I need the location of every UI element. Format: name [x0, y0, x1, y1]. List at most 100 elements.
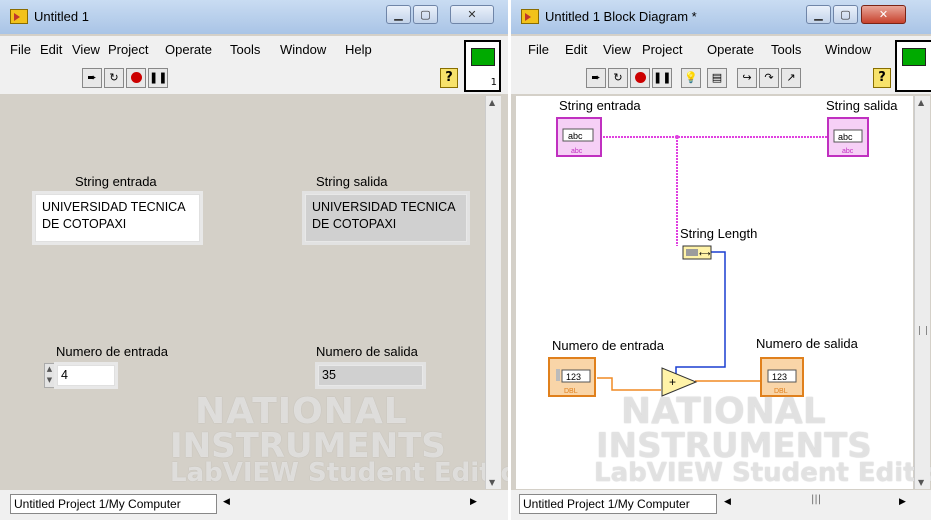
scroll-down-arrow-icon[interactable]: ▼	[489, 478, 495, 487]
scroll-up-arrow-icon[interactable]: ▲	[489, 98, 495, 107]
string-entrada-line1: UNIVERSIDAD TECNICA	[42, 200, 186, 214]
abc-terminal-text: abc	[568, 131, 583, 141]
numero-salida-value: 35	[322, 368, 336, 382]
numero-entrada-control[interactable]: 4	[57, 365, 115, 386]
step-out-icon[interactable]: ↗	[781, 68, 801, 88]
abc-type-text: abc	[571, 148, 583, 155]
numero-salida-terminal[interactable]: 123 DBL	[760, 357, 804, 397]
pause-icon[interactable]: ❚❚	[148, 68, 168, 88]
step-into-icon[interactable]: ↪	[737, 68, 757, 88]
menu-view[interactable]: View	[603, 42, 631, 57]
abort-stop-icon[interactable]	[630, 68, 650, 88]
add-function[interactable]: +	[661, 367, 698, 397]
string-entrada-control[interactable]: UNIVERSIDAD TECNICA DE COTOPAXI	[35, 194, 200, 242]
block-diagram-window: Untitled 1 Block Diagram * ▁ ▢ ✕ File Ed…	[511, 0, 931, 520]
wire-junction-dot	[675, 135, 679, 139]
vi-icon-graphic	[471, 48, 495, 66]
integer-wire[interactable]	[675, 251, 726, 377]
string-salida-line1: UNIVERSIDAD TECNICA	[312, 200, 456, 214]
pause-icon[interactable]: ❚❚	[652, 68, 672, 88]
add-glyph: +	[669, 375, 676, 389]
ni-watermark-instruments: INSTRUMENTS	[170, 426, 446, 466]
minimize-button[interactable]: ▁	[806, 5, 831, 24]
run-arrow-icon[interactable]: ➨	[82, 68, 102, 88]
numeric-increment-decrement-arrows[interactable]: ▲ ▼	[44, 363, 55, 388]
string-salida-indicator: UNIVERSIDAD TECNICA DE COTOPAXI	[305, 194, 467, 242]
maximize-button[interactable]: ▢	[413, 5, 438, 24]
menu-tools[interactable]: Tools	[230, 42, 260, 57]
close-button[interactable]: ✕	[861, 5, 906, 24]
scroll-right-arrow-icon[interactable]: ▶	[899, 497, 906, 507]
close-button[interactable]: ✕	[450, 5, 494, 24]
block-diagram-title: Untitled 1 Block Diagram *	[545, 9, 697, 24]
step-over-icon[interactable]: ↷	[759, 68, 779, 88]
string-length-function[interactable]: ⟷	[682, 245, 712, 260]
menu-window[interactable]: Window	[280, 42, 326, 57]
scroll-thumb-grip[interactable]: |||	[811, 494, 821, 505]
string-entrada-diagram-label: String entrada	[559, 98, 641, 113]
menu-operate[interactable]: Operate	[165, 42, 212, 57]
menu-edit[interactable]: Edit	[40, 42, 62, 57]
string-salida-label: String salida	[316, 174, 388, 189]
front-panel-toolbar: ➨ ↻ ❚❚ ?	[0, 62, 508, 94]
menu-project[interactable]: Project	[642, 42, 682, 57]
block-diagram-toolbar: ➨ ↻ ❚❚ 💡 ▤ ↪ ↷ ↗ ?	[511, 62, 931, 94]
front-panel-canvas: String entrada UNIVERSIDAD TECNICA DE CO…	[10, 96, 508, 489]
dbl-type-text: DBL	[564, 388, 578, 395]
project-path: Untitled Project 1/My Computer	[10, 494, 217, 514]
scroll-down-arrow-icon[interactable]: ▼	[918, 478, 924, 487]
block-diagram-titlebar[interactable]: Untitled 1 Block Diagram * ▁ ▢ ✕	[511, 0, 931, 34]
scroll-up-arrow-icon[interactable]: ▲	[918, 98, 924, 107]
front-panel-statusbar: Untitled Project 1/My Computer ◀ ▶	[0, 490, 508, 520]
block-diagram-wires: abc abc abc abc ⟷ 123 DBL + 123 DBL	[548, 117, 869, 397]
string-entrada-label: String entrada	[75, 174, 157, 189]
menu-edit[interactable]: Edit	[565, 42, 587, 57]
front-panel-titlebar[interactable]: Untitled 1 ▁ ▢ ✕	[0, 0, 508, 34]
menu-window[interactable]: Window	[825, 42, 871, 57]
menu-tools[interactable]: Tools	[771, 42, 801, 57]
retain-wire-values-icon[interactable]: ▤	[707, 68, 727, 88]
scroll-left-arrow-icon[interactable]: ◀	[724, 497, 731, 507]
run-arrow-icon[interactable]: ➨	[586, 68, 606, 88]
context-help-icon[interactable]: ?	[873, 68, 891, 88]
block-diagram-statusbar: Untitled Project 1/My Computer ◀ ||| ▶	[511, 490, 931, 520]
front-panel-menubar: File Edit View Project Operate Tools Win…	[0, 36, 508, 62]
abc-type-text: abc	[842, 148, 854, 155]
scroll-right-arrow-icon[interactable]: ▶	[470, 497, 477, 507]
menu-help[interactable]: Help	[345, 42, 372, 57]
string-entrada-terminal[interactable]: abc abc	[556, 117, 602, 157]
block-diagram-vertical-scrollbar[interactable]: ▲ ▼	[914, 96, 930, 489]
ni-watermark-national: NATIONAL	[195, 391, 408, 432]
context-help-icon[interactable]: ?	[440, 68, 458, 88]
highlight-execution-bulb-icon[interactable]: 💡	[681, 68, 701, 88]
menu-file[interactable]: File	[528, 42, 549, 57]
labview-app-icon	[521, 9, 539, 24]
numero-entrada-label: Numero de entrada	[56, 344, 169, 359]
numero-salida-label: Numero de salida	[316, 344, 418, 359]
run-continuously-icon[interactable]: ↻	[104, 68, 124, 88]
numero-entrada-wire[interactable]	[597, 377, 661, 391]
vi-icon-connector-pane[interactable]	[895, 40, 931, 92]
run-continuously-icon[interactable]: ↻	[608, 68, 628, 88]
abort-stop-icon[interactable]	[126, 68, 146, 88]
num-terminal-text: 123	[566, 372, 581, 382]
block-diagram-canvas: abc abc abc abc ⟷ 123 DBL + 123 DBL Stri…	[516, 96, 931, 489]
numero-entrada-terminal[interactable]: 123 DBL	[548, 357, 596, 397]
scroll-thumb-grip[interactable]	[919, 326, 927, 335]
length-glyph: ⟷	[699, 249, 711, 258]
vi-icon-connector-pane[interactable]: 1	[464, 40, 501, 92]
string-salida-line2: DE COTOPAXI	[312, 217, 397, 231]
minimize-button[interactable]: ▁	[386, 5, 411, 24]
string-length-label: String Length	[680, 226, 758, 241]
maximize-button[interactable]: ▢	[833, 5, 858, 24]
string-salida-terminal[interactable]: abc abc	[827, 117, 869, 157]
menu-view[interactable]: View	[72, 42, 100, 57]
front-panel-vertical-scrollbar[interactable]: ▲ ▼	[485, 96, 501, 489]
menu-operate[interactable]: Operate	[707, 42, 754, 57]
scroll-left-arrow-icon[interactable]: ◀	[223, 497, 230, 507]
menu-file[interactable]: File	[10, 42, 31, 57]
dbl-type-text: DBL	[774, 388, 788, 395]
connector-number: 1	[490, 77, 497, 88]
menu-project[interactable]: Project	[108, 42, 148, 57]
vi-icon-graphic	[902, 48, 926, 66]
